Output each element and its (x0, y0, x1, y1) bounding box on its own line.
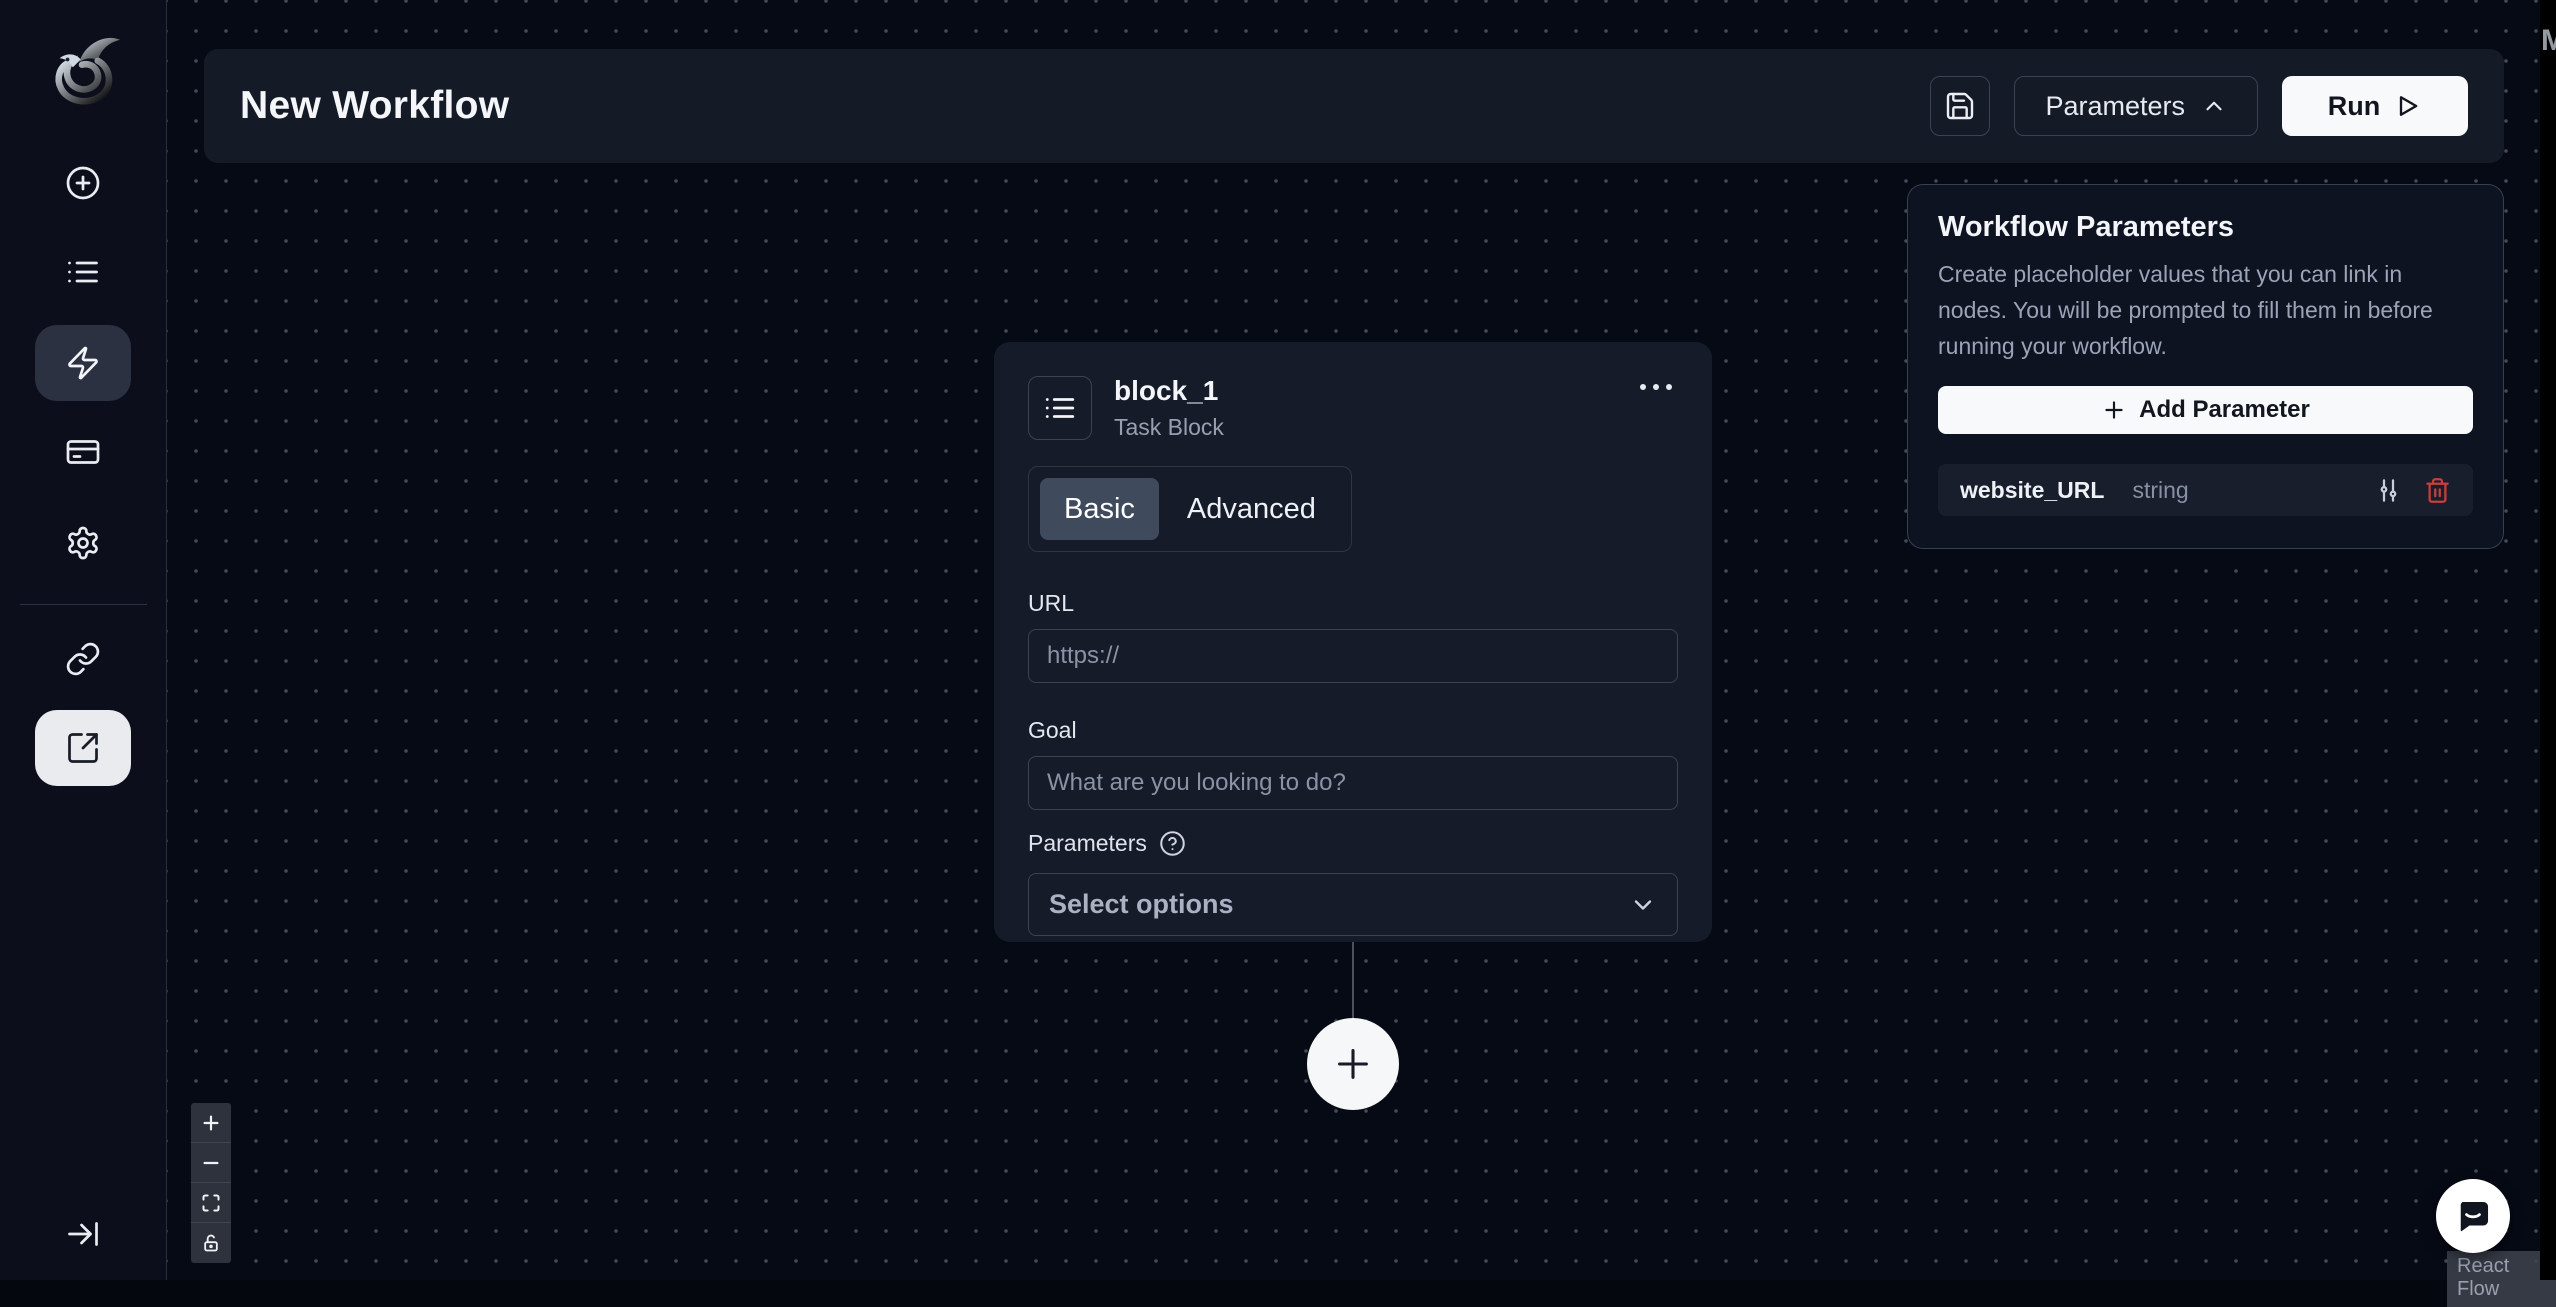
chevron-up-icon (2206, 101, 2222, 111)
sidebar-item-settings[interactable] (59, 519, 107, 567)
workflow-header: New Workflow Parameters Run (204, 49, 2504, 163)
run-button[interactable]: Run (2282, 76, 2468, 136)
parameter-type: string (2132, 476, 2189, 503)
task-block-node[interactable]: block_1 Task Block Basic Advanced URL Go… (994, 342, 1712, 942)
task-block-header: block_1 Task Block (1028, 376, 1678, 440)
arrow-right-to-line-icon (68, 1222, 98, 1246)
skyvern-dragon-logo[interactable] (40, 28, 124, 112)
sidebar-item-integrations[interactable] (59, 635, 107, 683)
parameters-select[interactable]: Select options (1028, 873, 1678, 936)
page-title: New Workflow (240, 84, 510, 127)
goal-label: Goal (1028, 717, 1077, 743)
sidebar-item-create[interactable] (59, 159, 107, 207)
workflow-parameters-panel: Workflow Parameters Create placeholder v… (1907, 184, 2504, 549)
add-parameter-button[interactable]: Add Parameter (1938, 386, 2473, 434)
tab-advanced[interactable]: Advanced (1163, 478, 1340, 540)
sidebar (0, 0, 167, 1280)
list-icon (1045, 398, 1075, 418)
maximize-icon (202, 1194, 220, 1211)
sidebar-item-workflows-active[interactable] (35, 325, 131, 401)
zoom-in-button[interactable] (191, 1103, 231, 1143)
zap-icon (68, 346, 98, 380)
gear-icon (68, 526, 98, 560)
ellipsis-icon (1640, 384, 1646, 390)
block-options-menu-button[interactable] (1634, 378, 1678, 396)
url-input[interactable] (1028, 629, 1678, 683)
credit-card-icon (66, 440, 100, 464)
block-icon-box (1028, 376, 1092, 440)
play-icon (2400, 96, 2418, 116)
parameter-name: website_URL (1960, 476, 2105, 503)
zoom-out-button[interactable] (191, 1143, 231, 1183)
sidebar-item-runs-list[interactable] (59, 248, 107, 296)
parameter-row: website_URL string (1938, 464, 2473, 516)
parameters-label: Parameters (1028, 830, 1147, 856)
lock-icon (204, 1234, 218, 1252)
plus-circle-icon (66, 166, 100, 200)
plus-icon (1338, 1049, 1368, 1079)
plus-icon (2105, 401, 2123, 419)
block-type-label: Task Block (1114, 414, 1224, 440)
select-placeholder: Select options (1049, 889, 1234, 919)
lock-interactivity-button[interactable] (191, 1223, 231, 1263)
panel-description: Create placeholder values that you can l… (1938, 261, 2433, 359)
panel-title: Workflow Parameters (1938, 211, 2235, 243)
flow-controls (191, 1103, 231, 1263)
add-parameter-label: Add Parameter (2139, 396, 2310, 423)
sidebar-item-billing[interactable] (59, 428, 107, 476)
parameters-button-label: Parameters (2045, 90, 2185, 121)
goal-input[interactable] (1028, 756, 1678, 810)
add-block-button[interactable] (1307, 1018, 1399, 1110)
sidebar-expand-button[interactable] (59, 1210, 107, 1258)
minus-icon (203, 1161, 219, 1164)
chevron-down-icon (1634, 899, 1652, 910)
external-link-icon (68, 733, 98, 763)
fit-view-button[interactable] (191, 1183, 231, 1223)
link-icon (66, 642, 100, 676)
save-button[interactable] (1930, 76, 1991, 136)
block-mode-tabs: Basic Advanced (1028, 466, 1352, 552)
screen-edge-strip: M (2540, 0, 2556, 1280)
parameters-toggle-button[interactable]: Parameters (2014, 76, 2258, 136)
sidebar-item-external-active[interactable] (35, 710, 131, 786)
sliders-icon[interactable] (2375, 477, 2402, 504)
list-icon (68, 261, 98, 283)
chat-bubble-icon (2460, 1202, 2489, 1232)
sidebar-divider (20, 604, 147, 605)
parameters-label-row: Parameters (1028, 830, 1678, 857)
run-button-label: Run (2327, 90, 2381, 121)
save-icon (1947, 92, 1974, 120)
chat-launcher-button[interactable] (2436, 1179, 2510, 1253)
help-circle-icon[interactable] (1159, 830, 1186, 857)
plus-icon (203, 1114, 219, 1131)
block-title: block_1 (1114, 375, 1219, 406)
edge-artifact-text: M (2541, 24, 2556, 57)
edge-connector (1352, 942, 1354, 1020)
tab-basic[interactable]: Basic (1040, 478, 1159, 540)
url-label: URL (1028, 590, 1075, 616)
trash-icon[interactable] (2424, 477, 2451, 504)
